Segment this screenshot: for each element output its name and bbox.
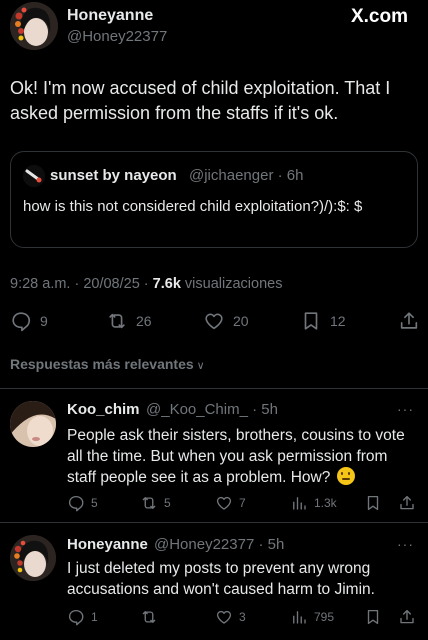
- reply-author-name[interactable]: Honeyanne: [67, 536, 148, 553]
- chevron-down-icon: ∨: [196, 360, 205, 372]
- bookmark-button[interactable]: [364, 608, 382, 626]
- author-avatar[interactable]: [10, 2, 58, 50]
- reply-author-avatar[interactable]: [10, 401, 56, 447]
- reply-author-handle[interactable]: @Honey22377 · 5h: [154, 536, 284, 553]
- share-icon: [400, 495, 414, 510]
- reply-actions: 5 5 7 1.3k: [0, 494, 428, 514]
- views-label: visualizaciones: [180, 276, 283, 292]
- post-timestamp: 9:28 a.m. · 20/08/25 ·: [10, 276, 153, 292]
- share-button[interactable]: [398, 494, 416, 512]
- reply-button[interactable]: 5: [67, 494, 98, 512]
- reply-author-avatar[interactable]: [10, 535, 56, 581]
- repost-button[interactable]: [140, 608, 164, 626]
- repost-count: 26: [136, 313, 152, 329]
- quoted-author-name: sunset by nayeon: [50, 167, 177, 184]
- repost-icon: [142, 497, 156, 509]
- reply-actions: 1 3 795: [0, 608, 428, 628]
- bookmark-button[interactable]: 12: [300, 308, 346, 334]
- quoted-post[interactable]: sunset by nayeon @jichaenger · 6h how is…: [10, 151, 418, 248]
- x-com-watermark: X.com: [350, 6, 408, 27]
- more-options-icon[interactable]: ···: [397, 536, 414, 552]
- repost-icon: [142, 611, 156, 623]
- bookmark-icon: [367, 495, 379, 511]
- reply-count: 1: [91, 610, 98, 624]
- reply-count: 9: [40, 313, 48, 329]
- quoted-post-text: how is this not considered child exploit…: [23, 198, 363, 215]
- repost-count: 5: [164, 496, 171, 510]
- quoted-author-handle: @jichaenger · 6h: [189, 167, 304, 184]
- author-name[interactable]: Honeyanne: [67, 7, 153, 25]
- repost-button[interactable]: 5: [140, 494, 171, 512]
- reply-author-handle[interactable]: @_Koo_Chim_ · 5h: [146, 401, 278, 418]
- post-metadata: 9:28 a.m. · 20/08/25 · 7.6k visualizacio…: [10, 276, 282, 292]
- bookmark-icon: [304, 312, 318, 330]
- heart-icon: [216, 610, 232, 624]
- post-actions: 9 26 20 12: [0, 308, 428, 336]
- views-count: 795: [314, 610, 335, 624]
- post-text: Ok! I'm now accused of child exploitatio…: [10, 78, 391, 123]
- replies-sort-label: Respuestas más relevantes: [10, 356, 194, 372]
- like-count: 3: [239, 610, 246, 624]
- reply-item[interactable]: Koo_chim @_Koo_Chim_ · 5h ··· People ask…: [0, 389, 428, 517]
- reply-text: People ask their sisters, brothers, cous…: [67, 425, 419, 488]
- share-icon: [400, 609, 414, 624]
- reply-button[interactable]: 9: [10, 308, 48, 334]
- author-handle[interactable]: @Honey22377: [67, 28, 167, 45]
- like-count: 7: [239, 496, 246, 510]
- frowning-face-emoji: [336, 467, 355, 485]
- like-count: 20: [233, 313, 249, 329]
- views-count: 1.3k: [314, 496, 337, 510]
- reply-author-name[interactable]: Koo_chim: [67, 401, 140, 418]
- views-button[interactable]: 795: [290, 608, 334, 626]
- reply-button[interactable]: 1: [67, 608, 98, 626]
- like-button[interactable]: 7: [215, 494, 246, 512]
- share-button[interactable]: [398, 608, 416, 626]
- share-icon: [400, 312, 418, 329]
- heart-icon: [205, 313, 223, 330]
- bookmark-count: 12: [330, 313, 346, 329]
- views-button[interactable]: 1.3k: [290, 494, 337, 512]
- reply-icon: [12, 312, 31, 332]
- replies-sort-dropdown[interactable]: Respuestas más relevantes ∨: [10, 356, 205, 372]
- heart-icon: [216, 496, 232, 510]
- share-button[interactable]: [398, 308, 420, 334]
- post-header: Honeyanne @Honey22377 X.com: [0, 0, 428, 60]
- reply-icon: [68, 609, 84, 626]
- reply-text: I just deleted my posts to prevent any w…: [67, 560, 375, 598]
- reply-icon: [68, 495, 84, 512]
- analytics-icon: [293, 497, 306, 510]
- reply-item[interactable]: Honeyanne @Honey22377 · 5h ··· I just de…: [0, 523, 428, 640]
- reply-count: 5: [91, 496, 98, 510]
- quoted-author-avatar: [23, 165, 45, 187]
- repost-button[interactable]: 26: [106, 308, 152, 334]
- analytics-icon: [293, 611, 306, 624]
- like-button[interactable]: 3: [215, 608, 246, 626]
- more-options-icon[interactable]: ···: [397, 401, 414, 417]
- like-button[interactable]: 20: [203, 308, 249, 334]
- bookmark-button[interactable]: [364, 494, 382, 512]
- bookmark-icon: [367, 609, 379, 625]
- repost-icon: [109, 313, 125, 329]
- views-count: 7.6k: [152, 276, 181, 292]
